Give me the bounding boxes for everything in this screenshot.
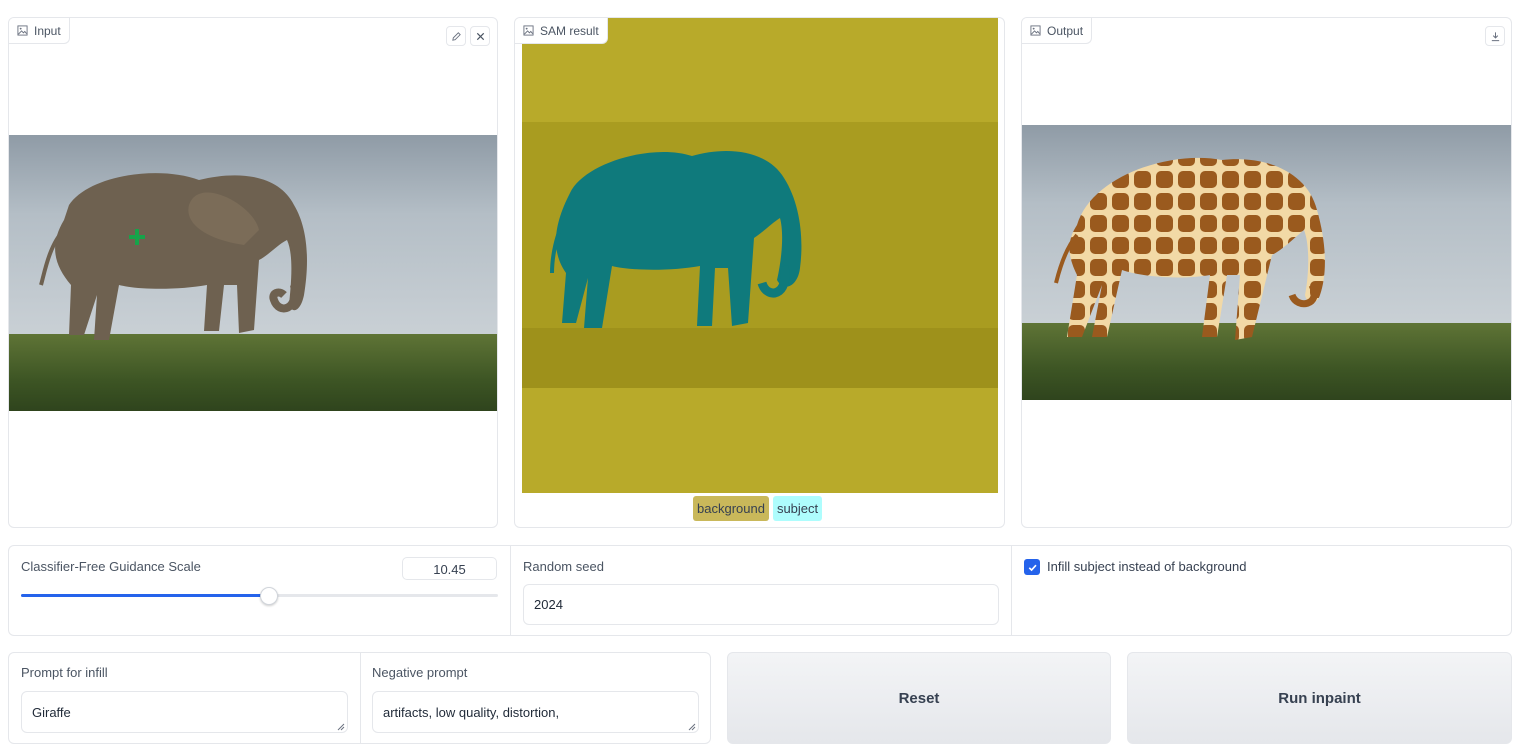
edit-button[interactable] bbox=[446, 26, 466, 46]
image-icon bbox=[523, 25, 534, 36]
negative-prompt-input[interactable]: artifacts, low quality, distortion, bbox=[372, 691, 699, 733]
infill-prompt-input[interactable]: Giraffe bbox=[21, 691, 348, 733]
output-image bbox=[1022, 125, 1511, 400]
infill-prompt-label: Prompt for infill bbox=[21, 665, 108, 680]
resize-grip-icon[interactable] bbox=[337, 723, 345, 731]
elephant-figure bbox=[39, 173, 307, 340]
legend-background: background bbox=[693, 496, 769, 521]
mask-legend: background subject bbox=[693, 496, 823, 521]
clear-button[interactable] bbox=[470, 26, 490, 46]
seed-input[interactable]: 2024 bbox=[523, 584, 999, 625]
checkmark-icon bbox=[1028, 564, 1037, 571]
download-button[interactable] bbox=[1485, 26, 1505, 46]
infill-checkbox-label[interactable]: Infill subject instead of background bbox=[1047, 559, 1246, 574]
legend-subject: subject bbox=[772, 496, 823, 521]
close-icon bbox=[476, 32, 484, 40]
negative-prompt-text: artifacts, low quality, distortion, bbox=[383, 704, 560, 720]
image-icon bbox=[17, 25, 28, 36]
pencil-icon bbox=[451, 31, 461, 41]
input-image[interactable] bbox=[9, 135, 497, 411]
negative-prompt-label: Negative prompt bbox=[372, 665, 468, 680]
cfg-slider-fill bbox=[21, 594, 270, 597]
sam-label: SAM result bbox=[540, 23, 599, 38]
infill-checkbox[interactable] bbox=[1024, 559, 1040, 575]
sam-label-tag: SAM result bbox=[515, 18, 608, 44]
sam-mask-image bbox=[522, 18, 998, 493]
cfg-slider-thumb[interactable] bbox=[260, 587, 279, 605]
input-label-tag: Input bbox=[9, 18, 70, 44]
cfg-number-input[interactable]: 10.45 bbox=[402, 557, 497, 580]
divider bbox=[510, 546, 511, 635]
input-image-panel[interactable]: Input bbox=[8, 17, 498, 528]
run-inpaint-button[interactable]: Run inpaint bbox=[1127, 652, 1512, 744]
image-icon bbox=[1030, 25, 1041, 36]
seed-label: Random seed bbox=[523, 559, 604, 574]
divider bbox=[360, 653, 361, 743]
giraffe-figure bbox=[1054, 157, 1325, 340]
input-label: Input bbox=[34, 23, 61, 38]
prompts-panel: Prompt for infill Giraffe Negative promp… bbox=[8, 652, 711, 744]
resize-grip-icon[interactable] bbox=[688, 723, 696, 731]
download-icon bbox=[1491, 31, 1499, 41]
output-label: Output bbox=[1047, 23, 1084, 38]
output-label-tag: Output bbox=[1022, 18, 1093, 44]
controls-row: Classifier-Free Guidance Scale 10.45 Ran… bbox=[8, 545, 1512, 636]
divider bbox=[1011, 546, 1012, 635]
output-image-panel: Output bbox=[1021, 17, 1512, 528]
reset-button[interactable]: Reset bbox=[727, 652, 1111, 744]
cfg-slider[interactable] bbox=[21, 587, 498, 605]
cfg-label: Classifier-Free Guidance Scale bbox=[21, 559, 201, 574]
sam-result-panel: SAM result background subject bbox=[514, 17, 1005, 528]
